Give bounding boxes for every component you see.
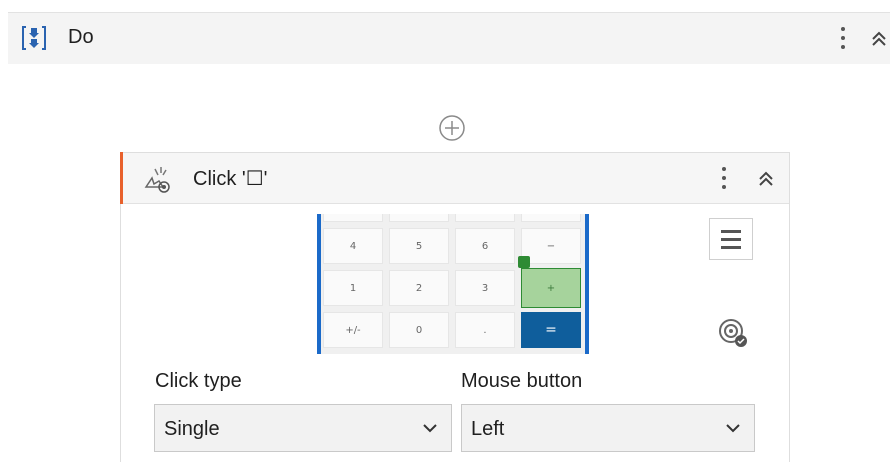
calc-key: +/- xyxy=(323,312,383,348)
calc-key: 1 xyxy=(323,270,383,306)
calc-key xyxy=(389,214,449,222)
click-activity-icon xyxy=(144,167,170,193)
do-collapse-icon[interactable] xyxy=(870,30,888,48)
do-more-options-icon[interactable] xyxy=(840,27,846,51)
calc-key: 3 xyxy=(455,270,515,306)
mouse-button-dropdown[interactable]: Left xyxy=(461,404,755,452)
calc-key: 2 xyxy=(389,270,449,306)
click-type-value: Single xyxy=(164,418,220,440)
do-title: Do xyxy=(68,26,94,48)
calc-key xyxy=(323,214,383,222)
calc-key: − xyxy=(521,228,581,264)
mouse-button-value: Left xyxy=(471,418,505,440)
calc-key-selected: + xyxy=(521,268,581,308)
calc-key: 0 xyxy=(389,312,449,348)
calculator-keypad: 4 5 6 − 1 2 3 + +/- 0 . = xyxy=(323,214,583,354)
click-collapse-icon[interactable] xyxy=(757,170,775,188)
calc-key xyxy=(455,214,515,222)
calc-key: 6 xyxy=(455,228,515,264)
indicate-target-icon[interactable] xyxy=(717,317,749,349)
click-activity-header[interactable]: Click '☐' xyxy=(121,153,789,204)
chevron-down-icon xyxy=(726,424,740,433)
target-options-menu-button[interactable] xyxy=(709,218,753,260)
do-header[interactable]: Do xyxy=(8,12,890,64)
calc-key: 5 xyxy=(389,228,449,264)
selection-badge-icon xyxy=(518,256,530,268)
click-type-label: Click type xyxy=(155,370,242,392)
click-type-dropdown[interactable]: Single xyxy=(154,404,452,452)
card-accent-bar xyxy=(120,152,123,204)
click-activity-card[interactable]: Click '☐' 4 5 6 − 1 2 3 + +/- 0 . = Clic… xyxy=(120,152,790,462)
calc-key: 4 xyxy=(323,228,383,264)
chevron-down-icon xyxy=(423,424,437,433)
click-more-options-icon[interactable] xyxy=(721,167,727,191)
add-activity-icon[interactable] xyxy=(437,113,467,143)
sequence-icon xyxy=(22,26,46,50)
calc-key: . xyxy=(455,312,515,348)
target-screenshot-preview[interactable]: 4 5 6 − 1 2 3 + +/- 0 . = xyxy=(317,214,589,354)
mouse-button-label: Mouse button xyxy=(461,370,583,392)
calc-key xyxy=(521,214,581,222)
click-activity-title: Click '☐' xyxy=(193,168,268,190)
calc-key-equals: = xyxy=(521,312,581,348)
